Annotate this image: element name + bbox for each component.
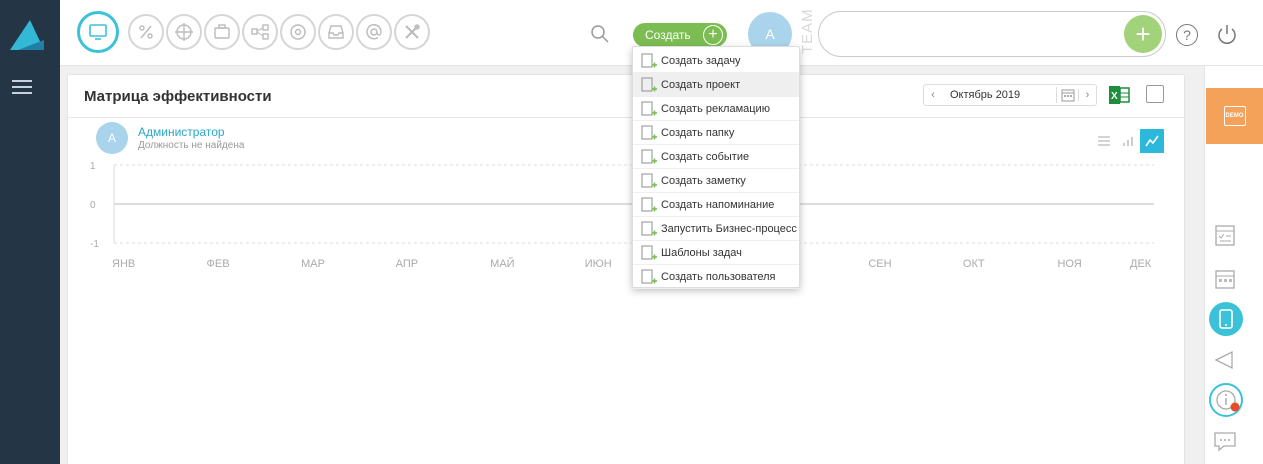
app-logo[interactable]: [0, 0, 60, 66]
menu-item[interactable]: Создать напоминание: [633, 193, 799, 217]
checklist-icon[interactable]: [1212, 222, 1238, 248]
menu-item[interactable]: Создать задачу: [633, 49, 799, 73]
x-tick-label: ФЕВ: [206, 258, 230, 270]
menu-item-label: Создать заметку: [661, 174, 746, 187]
x-tick-label: ИЮН: [584, 258, 612, 270]
x-tick-label: МАЙ: [490, 258, 515, 270]
menu-item[interactable]: Создать пользователя: [633, 265, 799, 289]
calendar-icon[interactable]: [1212, 266, 1238, 292]
left-sidebar: [0, 66, 60, 464]
menu-item[interactable]: Шаблоны задач: [633, 241, 799, 265]
crosshair-icon[interactable]: [166, 14, 202, 50]
user-position: Должность не найдена: [138, 140, 245, 151]
team-label: TEAM: [799, 8, 816, 54]
x-tick-label: СЕН: [868, 258, 892, 270]
menu-item-label: Создать проект: [661, 78, 741, 91]
menu-item-label: Шаблоны задач: [661, 246, 742, 259]
menu-icon[interactable]: [12, 80, 32, 94]
global-search-field[interactable]: +: [818, 11, 1166, 57]
x-tick-label: ОКТ: [962, 258, 985, 270]
period-selector[interactable]: ‹ Октябрь 2019 ›: [923, 84, 1097, 106]
menu-item-label: Создать напоминание: [661, 198, 775, 211]
power-icon[interactable]: [1214, 22, 1240, 48]
page-title: Матрица эффективности: [84, 88, 272, 105]
menu-item-label: Создать событие: [661, 150, 750, 163]
add-icon[interactable]: +: [1124, 15, 1162, 53]
at-sign-icon[interactable]: [356, 14, 392, 50]
plus-icon: +: [703, 25, 723, 45]
user-add-icon: [641, 269, 657, 284]
menu-item[interactable]: Создать событие: [633, 145, 799, 169]
disc-icon[interactable]: [280, 14, 316, 50]
y-tick-label: 0: [90, 200, 96, 211]
calendar-icon[interactable]: [1056, 87, 1078, 103]
project-add-icon: [641, 77, 657, 92]
x-tick-label: АПР: [395, 258, 419, 270]
menu-item-label: Создать пользователя: [661, 270, 776, 283]
menu-item[interactable]: Создать рекламацию: [633, 97, 799, 121]
bar-chart-view-icon[interactable]: [1116, 129, 1140, 153]
menu-item-label: Создать папку: [661, 126, 735, 139]
mobile-icon[interactable]: [1209, 302, 1243, 336]
create-button[interactable]: Создать +: [633, 23, 727, 47]
process-start-icon: [641, 221, 657, 236]
task-add-icon: [641, 53, 657, 68]
divider: [68, 117, 1184, 118]
template-icon: [641, 245, 657, 260]
chart-plot: 1 0 -1: [90, 161, 1154, 250]
user-avatar: A: [96, 122, 128, 154]
menu-item[interactable]: Создать папку: [633, 121, 799, 145]
info-icon[interactable]: [1209, 383, 1243, 417]
chat-icon[interactable]: [1212, 428, 1238, 454]
period-label: Октябрь 2019: [950, 89, 1021, 101]
megaphone-icon[interactable]: [1212, 347, 1238, 373]
menu-item-label: Создать задачу: [661, 54, 741, 67]
inbox-icon[interactable]: [318, 14, 354, 50]
monitor-icon[interactable]: [77, 11, 119, 53]
user-name[interactable]: Администратор: [138, 125, 225, 139]
efficiency-chart: 10-1 ЯНВФЕВМАРАПРМАЙИЮНИЮЛАВГСЕНОКТНОЯДЕ…: [68, 155, 1184, 275]
search-icon[interactable]: [590, 24, 610, 44]
folder-add-icon: [641, 125, 657, 140]
menu-item[interactable]: Создать заметку: [633, 169, 799, 193]
main-panel: Матрица эффективности ‹ Октябрь 2019 › X…: [68, 75, 1184, 464]
chevron-right-icon[interactable]: ›: [1078, 89, 1096, 101]
demo-badge[interactable]: DEMO: [1206, 88, 1263, 144]
briefcase-icon[interactable]: [204, 14, 240, 50]
view-switch: [1092, 129, 1164, 153]
note-add-icon: [641, 173, 657, 188]
menu-item[interactable]: Запустить Бизнес-процесс: [633, 217, 799, 241]
tools-icon[interactable]: [394, 14, 430, 50]
help-icon[interactable]: ?: [1176, 24, 1198, 46]
x-tick-label: МАР: [301, 258, 325, 270]
line-chart-view-icon[interactable]: [1140, 129, 1164, 153]
fullscreen-icon[interactable]: [1146, 85, 1164, 103]
network-icon[interactable]: [242, 14, 278, 50]
create-button-label: Создать: [645, 28, 691, 42]
demo-label: DEMO: [1223, 106, 1246, 126]
x-tick-label: ЯНВ: [112, 258, 136, 270]
x-tick-label: ДЕК: [1130, 258, 1152, 270]
svg-text:X: X: [1111, 91, 1118, 102]
y-tick-label: 1: [90, 161, 96, 172]
list-view-icon[interactable]: [1092, 129, 1116, 153]
excel-icon[interactable]: X: [1108, 84, 1130, 106]
chevron-left-icon[interactable]: ‹: [924, 89, 942, 101]
y-tick-label: -1: [90, 239, 99, 250]
menu-item-label: Создать рекламацию: [661, 102, 770, 115]
reminder-add-icon: [641, 197, 657, 212]
event-add-icon: [641, 149, 657, 164]
claim-add-icon: [641, 101, 657, 116]
create-dropdown-menu: Создать задачу Создать проект Создать рекл…: [632, 46, 800, 289]
menu-item-label: Запустить Бизнес-процесс: [661, 222, 797, 235]
percent-icon[interactable]: [128, 14, 164, 50]
x-tick-label: НОЯ: [1057, 258, 1082, 270]
menu-item[interactable]: Создать проект: [633, 73, 799, 97]
